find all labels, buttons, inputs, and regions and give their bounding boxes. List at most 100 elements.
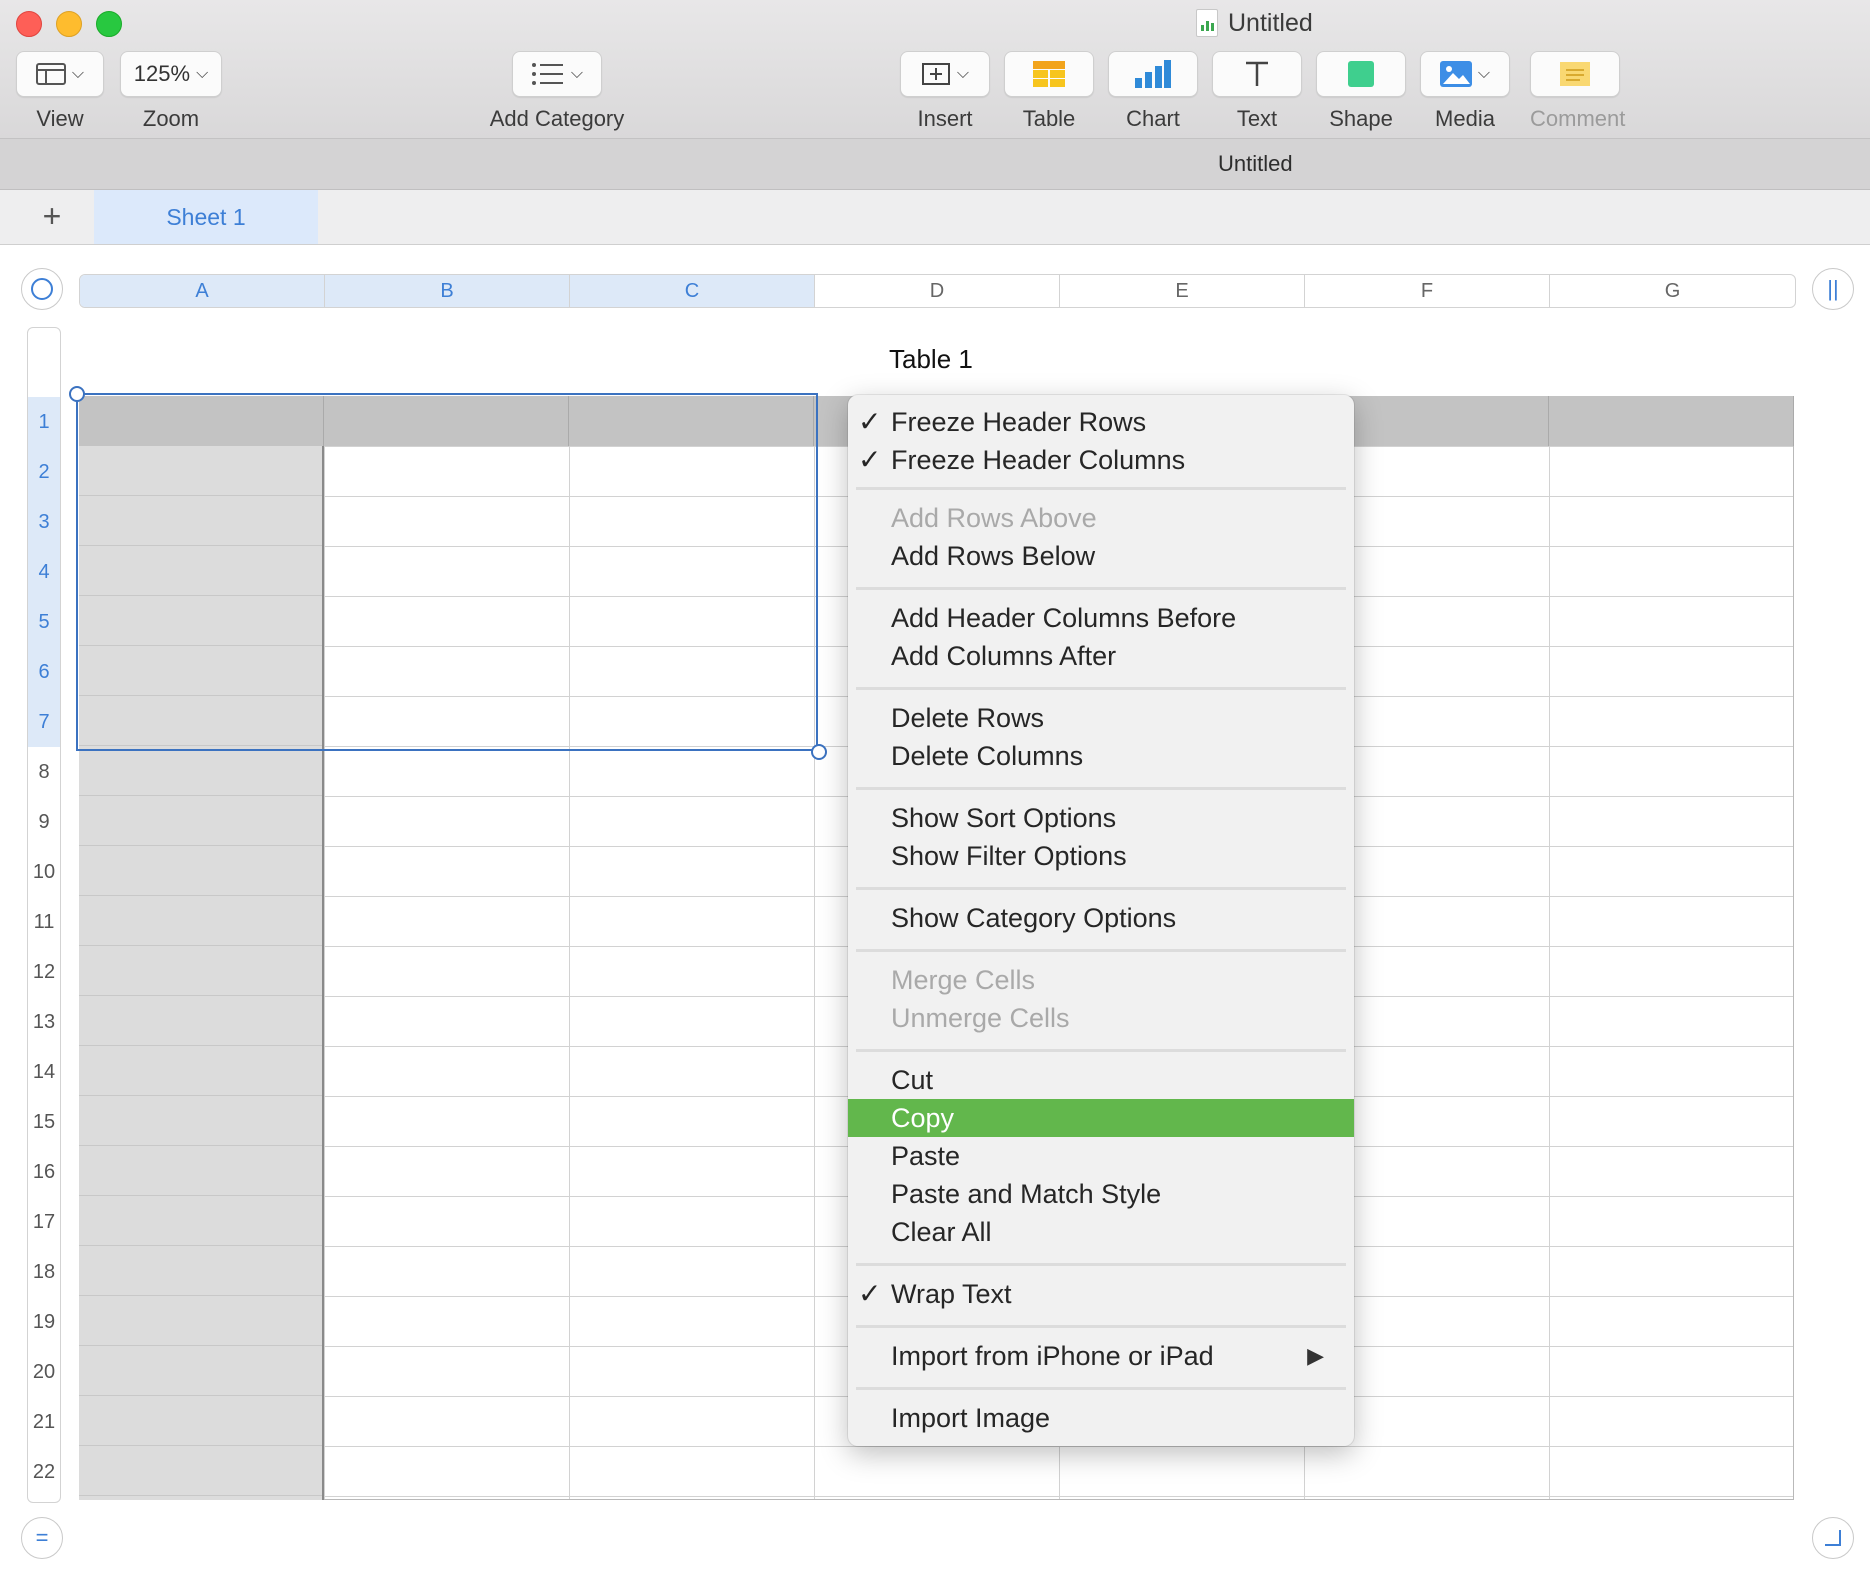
shape-button[interactable] [1316, 51, 1406, 97]
row-header-17[interactable]: 17 [28, 1197, 60, 1247]
circle-icon [31, 278, 53, 300]
menu-item-copy[interactable]: Copy [848, 1099, 1354, 1137]
table-title[interactable]: Table 1 [889, 344, 973, 375]
menu-item-cut[interactable]: Cut [848, 1061, 1354, 1099]
window-title: Untitled [1196, 7, 1313, 39]
row-header-8[interactable]: 8 [28, 747, 60, 797]
row-header-15[interactable]: 15 [28, 1097, 60, 1147]
chart-button[interactable] [1108, 51, 1198, 97]
checkmark-icon: ✓ [858, 406, 882, 437]
menu-item-wrap-text[interactable]: ✓ Wrap Text [848, 1275, 1354, 1313]
menu-item-show-category-options[interactable]: Show Category Options [848, 899, 1354, 937]
insert-tool[interactable]: ⌵ Insert [900, 51, 990, 132]
menu-separator [856, 1049, 1346, 1052]
menu-item-paste[interactable]: Paste [848, 1137, 1354, 1175]
row-header-20[interactable]: 20 [28, 1347, 60, 1397]
close-window-button[interactable] [16, 11, 42, 37]
menu-item-import-from-iphone[interactable]: Import from iPhone or iPad ▶ [848, 1337, 1354, 1375]
minimize-window-button[interactable] [56, 11, 82, 37]
list-icon [531, 63, 563, 85]
checkmark-icon: ✓ [858, 444, 882, 475]
selection-handle-bottom-right[interactable] [811, 744, 827, 760]
menu-item-add-columns-after[interactable]: Add Columns After [848, 637, 1354, 675]
view-tool[interactable]: ⌵ View [16, 51, 104, 132]
row-header-7[interactable]: 7 [28, 697, 60, 747]
row-header-3[interactable]: 3 [28, 497, 60, 547]
media-tool[interactable]: ⌵ Media [1420, 51, 1510, 132]
chart-tool[interactable]: Chart [1108, 51, 1198, 132]
menu-item-paste-and-match-style[interactable]: Paste and Match Style [848, 1175, 1354, 1213]
resize-table-handle[interactable] [1812, 1517, 1854, 1559]
row-header-12[interactable]: 12 [28, 947, 60, 997]
row-header-9[interactable]: 9 [28, 797, 60, 847]
menu-item-unmerge-cells: Unmerge Cells [891, 1003, 1070, 1033]
text-button[interactable] [1212, 51, 1302, 97]
cell-selection[interactable] [76, 393, 818, 751]
menu-separator [856, 887, 1346, 890]
view-label: View [36, 106, 84, 131]
add-columns-handle[interactable]: || [1812, 268, 1854, 310]
rows-handle-icon: = [35, 1525, 49, 1550]
menu-item-clear-all[interactable]: Clear All [848, 1213, 1354, 1251]
maximize-window-button[interactable] [96, 11, 122, 37]
tab-sheet-1[interactable]: Sheet 1 [94, 190, 318, 244]
row-header-21[interactable]: 21 [28, 1397, 60, 1447]
menu-separator [856, 1387, 1346, 1390]
media-button[interactable]: ⌵ [1420, 51, 1510, 97]
column-header-f[interactable]: F [1305, 275, 1550, 307]
menu-item-freeze-header-rows[interactable]: ✓ Freeze Header Rows [848, 403, 1354, 441]
row-header-11[interactable]: 11 [28, 897, 60, 947]
row-header-2[interactable]: 2 [28, 447, 60, 497]
text-tool[interactable]: Text [1212, 51, 1302, 132]
row-header-16[interactable]: 16 [28, 1147, 60, 1197]
insert-button[interactable]: ⌵ [900, 51, 990, 97]
menu-item-add-rows-below[interactable]: Add Rows Below [848, 537, 1354, 575]
chevron-down-icon: ⌵ [1477, 65, 1491, 82]
comment-button[interactable] [1530, 51, 1620, 97]
submenu-arrow-icon: ▶ [1307, 1343, 1324, 1368]
row-header-5[interactable]: 5 [28, 597, 60, 647]
menu-separator [856, 687, 1346, 690]
zoom-select[interactable]: 125% ⌵ [120, 51, 222, 97]
row-header-14[interactable]: 14 [28, 1047, 60, 1097]
add-category-tool[interactable]: ⌵ Add Category [477, 51, 637, 132]
menu-item-freeze-header-columns[interactable]: ✓ Freeze Header Columns [848, 441, 1354, 479]
document-title: Untitled [1218, 151, 1293, 176]
menu-item-add-header-columns-before[interactable]: Add Header Columns Before [848, 599, 1354, 637]
zoom-label: Zoom [142, 106, 200, 131]
menu-separator [856, 487, 1346, 490]
row-header-22[interactable]: 22 [28, 1447, 60, 1497]
menu-item-delete-columns[interactable]: Delete Columns [848, 737, 1354, 775]
row-header-13[interactable]: 13 [28, 997, 60, 1047]
row-header-6[interactable]: 6 [28, 647, 60, 697]
column-header-c[interactable]: C [570, 275, 815, 307]
column-header-a[interactable]: A [80, 275, 325, 307]
menu-item-show-filter-options[interactable]: Show Filter Options [848, 837, 1354, 875]
menu-item-show-sort-options[interactable]: Show Sort Options [848, 799, 1354, 837]
add-sheet-button[interactable]: + [34, 198, 70, 234]
column-header-e[interactable]: E [1060, 275, 1305, 307]
row-header-4[interactable]: 4 [28, 547, 60, 597]
selection-handle-top-left[interactable] [69, 386, 85, 402]
add-rows-handle[interactable]: = [21, 1517, 63, 1559]
row-header-1[interactable]: 1 [28, 397, 60, 447]
zoom-tool[interactable]: 125% ⌵ Zoom [120, 51, 222, 132]
comment-tool[interactable]: Comment [1530, 51, 1625, 132]
column-header-d[interactable]: D [815, 275, 1060, 307]
table-button[interactable] [1004, 51, 1094, 97]
row-header-18[interactable]: 18 [28, 1247, 60, 1297]
menu-item-label: Wrap Text [891, 1279, 1012, 1309]
shape-tool[interactable]: Shape [1316, 51, 1406, 132]
select-table-button[interactable] [21, 268, 63, 310]
column-header-g[interactable]: G [1550, 275, 1795, 307]
column-header-b[interactable]: B [325, 275, 570, 307]
row-header-10[interactable]: 10 [28, 847, 60, 897]
sidebar-layout-icon [35, 63, 66, 85]
add-category-button[interactable]: ⌵ [512, 51, 602, 97]
window-title-text: Untitled [1228, 9, 1313, 37]
menu-item-import-image[interactable]: Import Image [848, 1399, 1354, 1437]
row-header-19[interactable]: 19 [28, 1297, 60, 1347]
menu-item-delete-rows[interactable]: Delete Rows [848, 699, 1354, 737]
view-button[interactable]: ⌵ [16, 51, 104, 97]
table-tool[interactable]: Table [1004, 51, 1094, 132]
